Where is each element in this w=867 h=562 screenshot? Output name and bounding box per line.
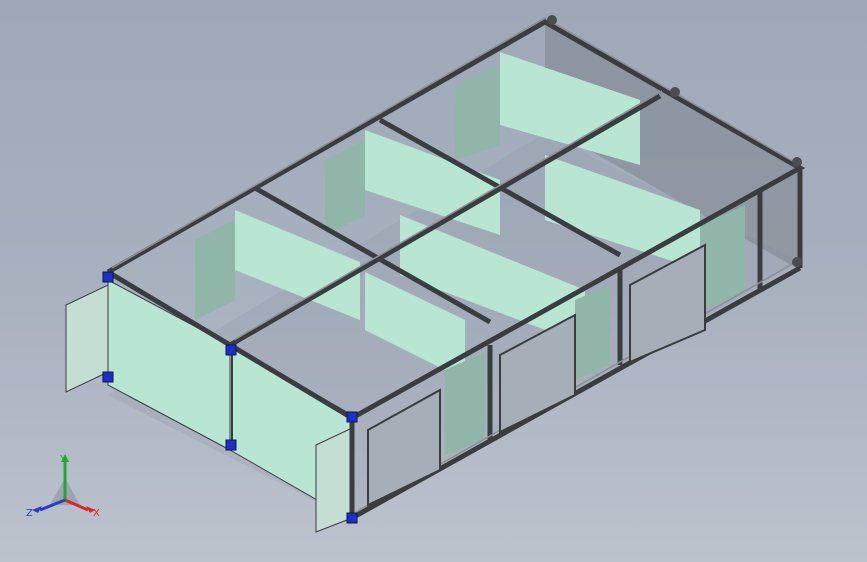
panel-side-3 [195, 220, 235, 320]
cad-viewport[interactable]: Y X Z [0, 0, 867, 562]
panel-side-2 [325, 140, 365, 235]
foot-2 [670, 87, 680, 97]
x-axis-label: X [93, 508, 100, 519]
connector-2 [102, 371, 114, 383]
connector-5 [346, 411, 358, 423]
foot-4 [792, 257, 802, 267]
y-axis-label: Y [59, 454, 67, 465]
panel-side-5 [445, 352, 485, 455]
foot-3 [792, 157, 802, 167]
foot-1 [547, 15, 557, 25]
z-axis-label: Z [26, 508, 33, 519]
connector-4 [225, 439, 237, 451]
orientation-triad[interactable]: Y X Z [20, 450, 130, 530]
door-left [65, 284, 109, 393]
panel-side-4 [575, 285, 610, 380]
connector-1 [102, 271, 114, 283]
model-view[interactable] [0, 0, 867, 562]
connector-3 [225, 344, 237, 356]
panel-side-1 [455, 65, 500, 160]
connector-6 [346, 512, 358, 524]
